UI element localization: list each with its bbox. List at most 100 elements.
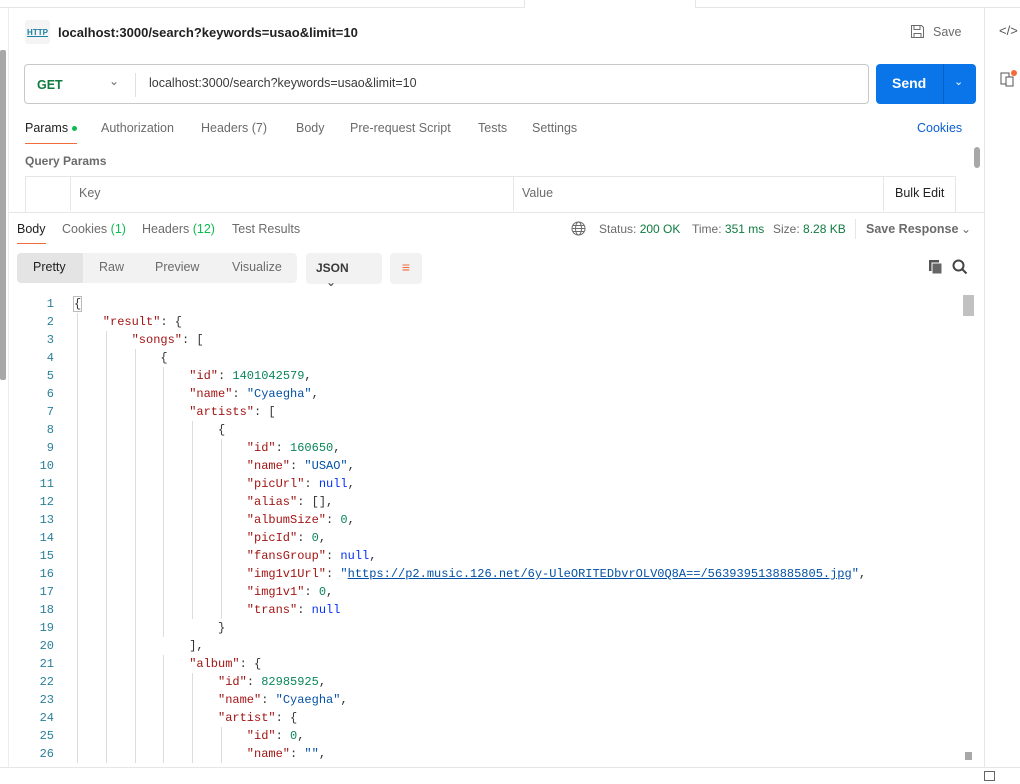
globe-icon[interactable] bbox=[571, 221, 586, 236]
code-token: { bbox=[160, 351, 168, 365]
url-input[interactable]: localhost:3000/search?keywords=usao&limi… bbox=[149, 76, 417, 90]
tab-settings[interactable]: Settings bbox=[532, 121, 577, 135]
copy-icon[interactable] bbox=[928, 259, 944, 275]
code-text: "trans": null bbox=[247, 601, 341, 619]
indent-guide bbox=[77, 493, 78, 511]
view-preview[interactable]: Preview bbox=[155, 260, 199, 274]
indent-guide bbox=[192, 727, 194, 745]
send-button[interactable]: Send ⌄ bbox=[876, 64, 976, 104]
indent-guide bbox=[105, 547, 107, 565]
request-title[interactable]: localhost:3000/search?keywords=usao&limi… bbox=[58, 25, 358, 40]
code-line: 24 "artist": { bbox=[9, 709, 959, 727]
sidebar-scrollbar[interactable] bbox=[0, 50, 6, 380]
indent-guide bbox=[105, 565, 107, 583]
line-number: 23 bbox=[39, 693, 54, 707]
tab-response-body[interactable]: Body bbox=[17, 222, 46, 236]
code-token: "Cyaegha" bbox=[246, 387, 312, 401]
size-label: Size: bbox=[773, 222, 800, 236]
time-readout[interactable]: Time: 351 ms bbox=[692, 222, 764, 236]
code-token: , bbox=[311, 387, 319, 401]
status-readout[interactable]: Status: 200 OK bbox=[599, 222, 680, 236]
indent-guide bbox=[77, 727, 78, 745]
code-token: "fansGroup" bbox=[246, 549, 327, 563]
bulk-edit-button[interactable]: Bulk Edit bbox=[884, 177, 956, 211]
method-select[interactable]: GET bbox=[37, 78, 63, 92]
code-token: : { bbox=[275, 711, 298, 725]
indent-guide bbox=[163, 655, 165, 673]
code-text: "songs": [ bbox=[132, 331, 204, 349]
indent-guide bbox=[192, 457, 194, 475]
indent-guide bbox=[163, 511, 165, 529]
tab-pre-request-script[interactable]: Pre-request Script bbox=[350, 121, 451, 135]
line-number: 1 bbox=[46, 297, 54, 311]
indent-guide bbox=[105, 691, 107, 709]
tab-headers[interactable]: Headers (7) bbox=[201, 121, 267, 135]
indent-guide bbox=[134, 637, 136, 655]
tab-tests[interactable]: Tests bbox=[478, 121, 507, 135]
code-line: 18 "trans": null bbox=[9, 601, 959, 619]
indent-guide bbox=[192, 601, 194, 619]
save-button[interactable]: Save bbox=[910, 24, 962, 39]
code-token: : bbox=[275, 729, 291, 743]
url-link[interactable]: https://p2.music.126.net/6y-UleORITEDbvr… bbox=[348, 567, 852, 581]
code-token: "" bbox=[304, 747, 319, 761]
indent-guide bbox=[77, 565, 78, 583]
status-label: Status: bbox=[599, 222, 637, 236]
format-select[interactable]: JSON ⌄ bbox=[306, 253, 382, 289]
code-token: : bbox=[290, 459, 305, 473]
documentation-icon[interactable] bbox=[1000, 70, 1018, 88]
view-visualize[interactable]: Visualize bbox=[232, 260, 282, 274]
indent-guide bbox=[163, 547, 165, 565]
view-pretty[interactable]: Pretty bbox=[17, 253, 83, 283]
indent-guide bbox=[221, 439, 222, 457]
indent-guide bbox=[77, 583, 78, 601]
tab-body[interactable]: Body bbox=[296, 121, 325, 135]
editor-scrollbar[interactable] bbox=[962, 294, 975, 764]
indent-guide bbox=[192, 709, 194, 727]
code-token: "artists" bbox=[189, 405, 254, 419]
indent-guide bbox=[105, 745, 107, 763]
indent-guide bbox=[77, 673, 78, 691]
view-raw[interactable]: Raw bbox=[99, 260, 124, 274]
scrollbar-thumb[interactable] bbox=[963, 295, 974, 316]
search-icon[interactable] bbox=[952, 259, 968, 275]
request-scrollbar[interactable] bbox=[974, 147, 980, 168]
indent-guide bbox=[105, 727, 107, 745]
code-text: "picId": 0, bbox=[247, 529, 326, 547]
save-icon bbox=[911, 25, 924, 38]
code-text: "name": "Cyaegha", bbox=[189, 385, 319, 403]
code-token: "name" bbox=[246, 747, 291, 761]
cookies-link[interactable]: Cookies bbox=[917, 121, 962, 135]
code-icon[interactable]: </> bbox=[999, 23, 1018, 38]
code-line: 17 "img1v1": 0, bbox=[9, 583, 959, 601]
indent-guide bbox=[134, 655, 136, 673]
tab-params[interactable]: Params bbox=[25, 121, 78, 135]
pane-divider[interactable] bbox=[9, 212, 984, 213]
wrap-lines-icon[interactable]: ≡ bbox=[390, 253, 422, 284]
indent-guide bbox=[77, 457, 78, 475]
code-token: : { bbox=[239, 657, 262, 671]
save-response-button[interactable]: Save Response bbox=[866, 222, 958, 236]
chevron-down-icon[interactable]: ⌄ bbox=[109, 74, 119, 88]
response-body-editor[interactable]: 1{2 "result": {3 "songs": [4{5 "id": 140104… bbox=[9, 294, 962, 764]
tab-test-results[interactable]: Test Results bbox=[232, 222, 300, 236]
active-tab[interactable] bbox=[524, 0, 696, 8]
code-token: : bbox=[304, 585, 319, 599]
active-dot bbox=[72, 126, 78, 132]
time-value: 351 ms bbox=[724, 222, 765, 236]
tab-authorization[interactable]: Authorization bbox=[101, 121, 174, 135]
indent-guide bbox=[134, 691, 136, 709]
layout-icon[interactable] bbox=[984, 771, 995, 781]
tab-response-cookies[interactable]: Cookies (1) bbox=[62, 222, 126, 236]
indent-guide bbox=[105, 385, 107, 403]
code-token: , bbox=[340, 693, 348, 707]
size-readout[interactable]: Size: 8.28 KB bbox=[773, 222, 846, 236]
code-token: , bbox=[297, 729, 305, 743]
tab-response-headers[interactable]: Headers (12) bbox=[142, 222, 215, 236]
query-params-heading: Query Params bbox=[25, 154, 107, 168]
indent-guide bbox=[163, 529, 165, 547]
scrollbar-thumb-horizontal[interactable] bbox=[965, 752, 972, 760]
chevron-down-icon[interactable]: ⌄ bbox=[954, 75, 963, 88]
indent-guide bbox=[221, 547, 222, 565]
chevron-down-icon[interactable]: ⌄ bbox=[961, 222, 971, 236]
